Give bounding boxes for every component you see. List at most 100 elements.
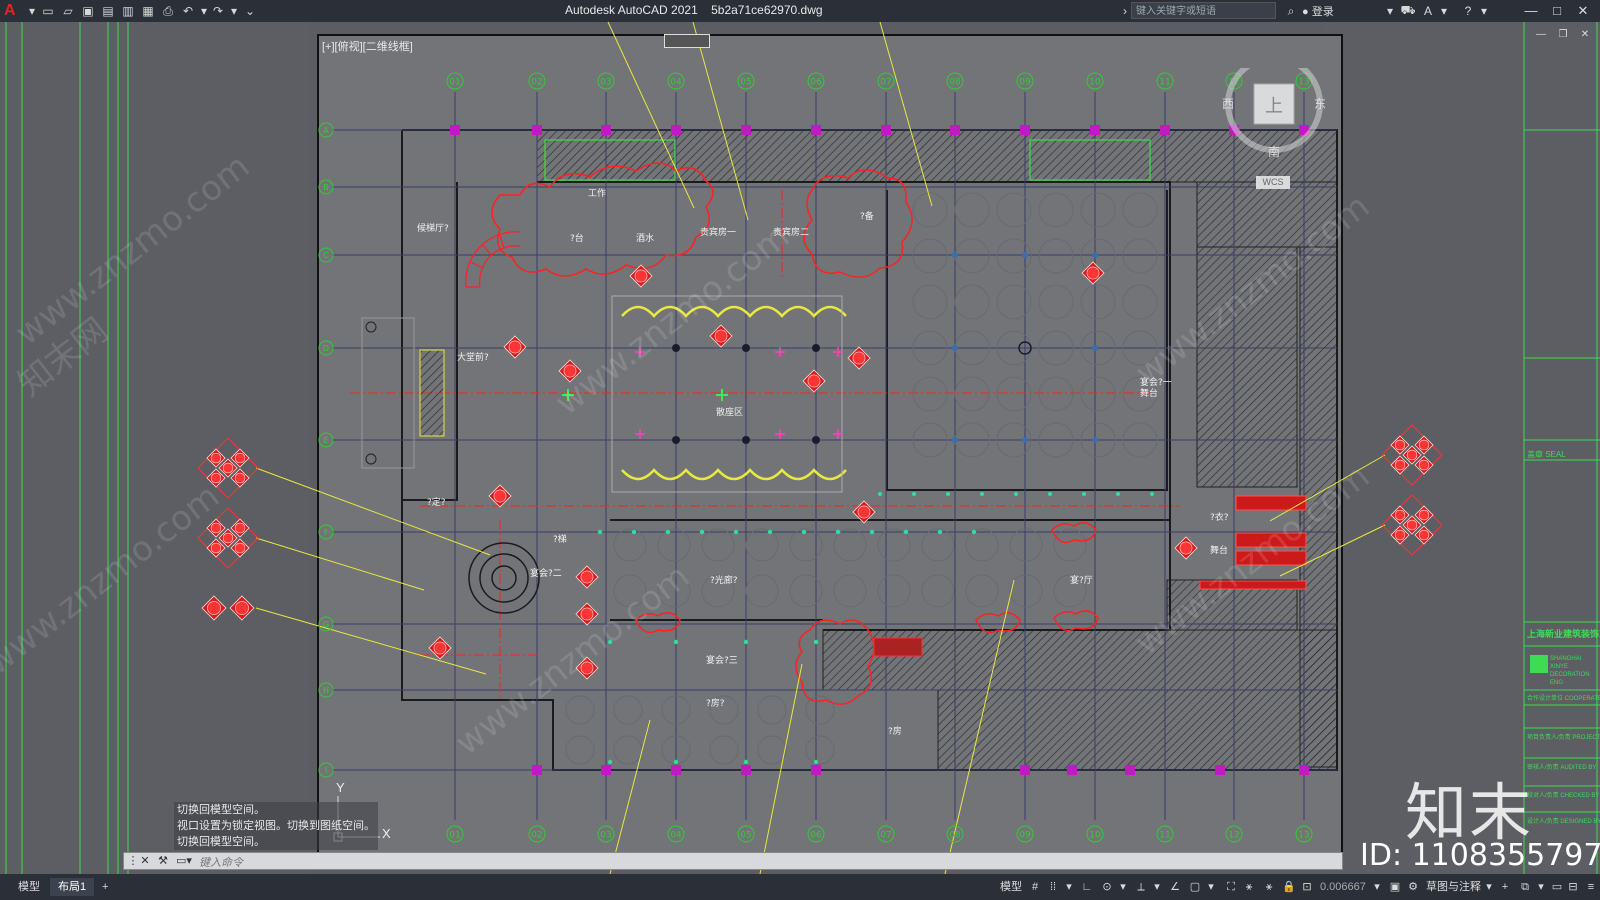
column-bubble: 08: [946, 825, 964, 843]
compass-west[interactable]: 西: [1222, 97, 1234, 111]
annotation-scale[interactable]: 0.006667: [1312, 878, 1374, 896]
column-bubble: 04: [667, 72, 685, 90]
column-bubble: 07: [877, 825, 895, 843]
tab-layout1[interactable]: 布局1: [50, 878, 95, 896]
snap-icon[interactable]: ⁞⁞: [1046, 880, 1060, 894]
isodraft-dropdown-icon[interactable]: ▾: [1150, 880, 1164, 894]
compass-east[interactable]: 东: [1314, 97, 1326, 111]
viewcube[interactable]: 上 北 南 东 西: [1222, 68, 1326, 172]
room-label: 工作: [588, 187, 606, 199]
compass-south[interactable]: 南: [1268, 144, 1280, 159]
object-snap-tracking-icon[interactable]: ∠: [1168, 880, 1182, 894]
isodraft-icon[interactable]: ⟂: [1134, 880, 1148, 894]
column-bubble-label: 04: [670, 78, 682, 88]
callout-diamond-icon: [575, 565, 599, 589]
recent-commands-icon[interactable]: ▭▾: [176, 854, 192, 868]
top-detail-marker: [664, 34, 710, 48]
row-bubble-label: C: [323, 251, 329, 260]
stair-block: [873, 637, 923, 657]
column-bubble: 11: [1156, 825, 1174, 843]
column-bubble: 09: [1016, 72, 1034, 90]
title-block-company: 上海新业建筑装饰工程: [1527, 629, 1600, 639]
row-bubble-label: G: [323, 620, 329, 629]
snap-dropdown-icon[interactable]: ▾: [1062, 880, 1076, 894]
column-square: [1215, 765, 1225, 775]
column-bubble-label: 02: [531, 78, 542, 88]
workspace-dropdown-icon[interactable]: ▾: [1482, 880, 1496, 894]
column-square: [881, 125, 891, 135]
column-bubble: 10: [1086, 72, 1104, 90]
maximize-viewport-icon[interactable]: ⛶: [1224, 880, 1238, 894]
column-bubbles-bottom: 01 02 03 04 05 06 07 08 09 10 11 12 13: [446, 825, 1313, 843]
title-block-row-2: 审核人/负责 AUDITED BY: [1527, 765, 1597, 771]
workspace-switch[interactable]: 草图与注释: [1418, 878, 1489, 896]
row-bubble: E: [318, 432, 334, 448]
column-bubble-label: 11: [1159, 78, 1170, 88]
annotation-visibility-icon[interactable]: ⚹: [1242, 880, 1256, 894]
command-history-line: 切换回模型空间。: [177, 836, 265, 848]
clean-screen-icon[interactable]: ⊟: [1566, 880, 1580, 894]
callout-diamond-icon: [802, 369, 826, 393]
title-block-row-4: 设计人/负责 DESIGNED BY: [1527, 819, 1600, 825]
column-square: [950, 125, 960, 135]
row-bubbles: A B C D E F G H I: [318, 122, 334, 778]
column-square: [1067, 765, 1077, 775]
row-bubble-label: H: [323, 686, 329, 695]
company-logo-icon: [1530, 655, 1548, 673]
object-snap-icon[interactable]: ▢: [1188, 880, 1202, 894]
grid-icon[interactable]: #: [1028, 880, 1042, 894]
room-label: ?光廊?: [710, 574, 738, 586]
column-bubble-label: 12: [1228, 831, 1239, 841]
room-label: 宴会?三: [706, 654, 738, 666]
model-space-toggle[interactable]: 模型: [992, 878, 1030, 896]
hardware-acceleration-icon[interactable]: ▭: [1550, 880, 1564, 894]
column-bubble-label: 09: [1019, 78, 1031, 88]
column-bubble: 05: [737, 825, 755, 843]
object-snap-dropdown-icon[interactable]: ▾: [1204, 880, 1218, 894]
floor-plan-drawing: 01 02 03 04 05 06 07 08 09 10 11 12 13 01 02 03 04 05 06 0…: [5, 21, 1600, 875]
column-bubble: 01: [446, 72, 464, 90]
column-square: [1020, 765, 1030, 775]
column-square: [1090, 125, 1100, 135]
row-bubble-label: D: [323, 344, 329, 353]
wcs-menu[interactable]: WCS: [1256, 176, 1290, 189]
quick-properties-icon[interactable]: ▣: [1388, 880, 1402, 894]
column-square: [532, 125, 542, 135]
room-label: ?备: [860, 210, 874, 222]
isolate-dropdown-icon[interactable]: ▾: [1534, 880, 1548, 894]
column-bubble: 11: [1156, 72, 1174, 90]
column-bubble-label: 05: [740, 78, 751, 88]
command-input[interactable]: 键入命令: [199, 854, 243, 870]
column-bubble-label: 06: [810, 831, 822, 841]
column-bubble: 12: [1225, 825, 1243, 843]
ortho-icon[interactable]: ∟: [1080, 880, 1094, 894]
lock-icon[interactable]: 🔒: [1282, 880, 1296, 894]
column-bubble: 03: [597, 72, 615, 90]
column-square: [1125, 765, 1135, 775]
plus-icon[interactable]: +: [1498, 880, 1512, 894]
auto-scale-icon[interactable]: ⚹: [1262, 880, 1276, 894]
column-bubble-label: 11: [1159, 831, 1170, 841]
callout-diamond-icon: [229, 595, 255, 621]
isolate-objects-icon[interactable]: ⧉: [1518, 880, 1532, 894]
room-label: ?房?: [706, 697, 725, 709]
title-block-row-0: 合作设计单位 COOPERATE: [1527, 696, 1600, 702]
tab-model[interactable]: 模型: [10, 878, 48, 896]
column-bubble-label: 06: [810, 78, 822, 88]
ucs-x-label: X: [382, 826, 391, 841]
column-bubble-label: 10: [1089, 78, 1101, 88]
scale-dropdown-icon[interactable]: ▾: [1370, 880, 1384, 894]
column-square: [741, 125, 751, 135]
customization-menu-icon[interactable]: ≡: [1584, 880, 1598, 894]
column-square: [671, 125, 681, 135]
polar-icon[interactable]: ⊙: [1100, 880, 1114, 894]
row-bubble-label: I: [325, 766, 327, 775]
command-close-icon[interactable]: ✕: [138, 854, 152, 868]
column-square: [601, 125, 611, 135]
polar-dropdown-icon[interactable]: ▾: [1116, 880, 1130, 894]
viewcube-top-label: 上: [1265, 96, 1283, 117]
command-customize-icon[interactable]: ⚒: [156, 854, 170, 868]
title-block-seal: 盖章 SEAL: [1527, 450, 1566, 459]
tab-add-layout[interactable]: +: [94, 878, 116, 896]
column-square: [671, 765, 681, 775]
